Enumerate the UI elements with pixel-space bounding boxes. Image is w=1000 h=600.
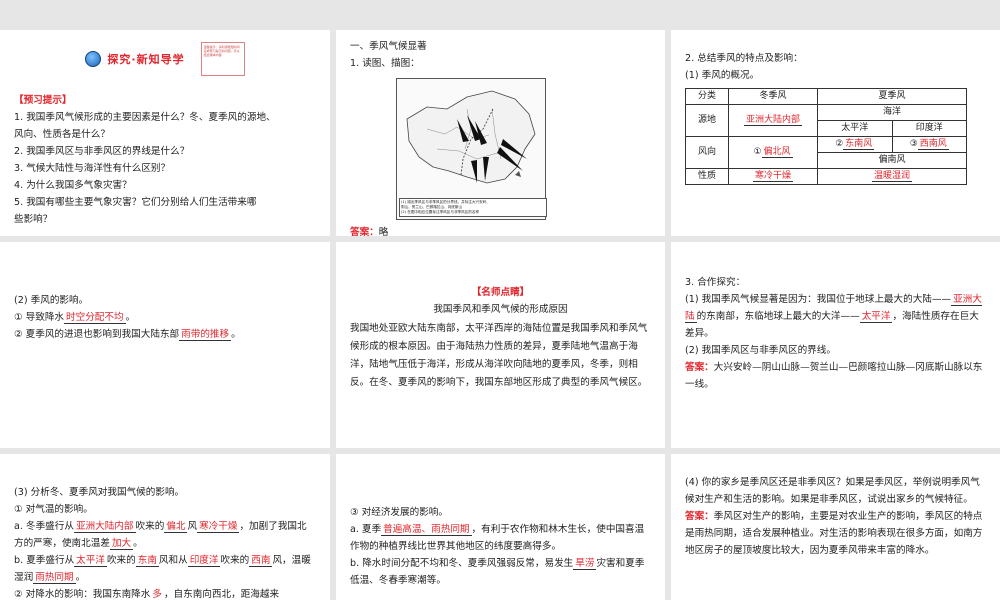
text: 。: [75, 572, 86, 583]
question-line: 3. 气候大陆性与海洋性有什么区别？: [14, 163, 171, 174]
text: ，自东南向西北，距海越来: [163, 589, 280, 600]
text: ② 对降水的影响：我国东南降水: [14, 589, 151, 600]
slide-climate-influence[interactable]: (3) 分析冬、夏季风对我国气候的影响。 ① 对气温的影响。 a. 冬季盛行从亚…: [0, 454, 330, 600]
exercise-heading: 1. 读图、描图：: [350, 58, 420, 69]
fill-answer: 多: [150, 589, 164, 600]
fill-answer: 加大: [109, 538, 134, 550]
question-line: 5. 我国有哪些主要气象灾害？它们分别给人们生活带来哪: [14, 197, 257, 208]
section-heading: 2. 总结季风的特点及影响：: [685, 53, 803, 64]
table-cell: ①: [753, 147, 762, 157]
slide-map-exercise[interactable]: 一、季风气候显著 1. 读图、描图： (1) 描出季风区与非季风区的分界线，并标…: [336, 30, 665, 236]
section-heading: (2) 季风的影响。: [14, 295, 89, 306]
text: a. 冬季盛行从: [14, 521, 74, 532]
question-line: 4. 为什么我国多气象灾害？: [14, 180, 132, 191]
text: 风: [187, 521, 198, 532]
section-heading: (3) 分析冬、夏季风对我国气候的影响。: [14, 487, 185, 498]
question-line: 1. 我国季风气候形成的主要因素是什么？冬、夏季风的源地、: [14, 112, 276, 123]
slide-preview-questions[interactable]: 探究·新知导学 温馨提示：请利用较短时间完成预习提示的问题，可以结合课本内容 【…: [0, 30, 330, 236]
fill-answer: 东南: [135, 555, 159, 567]
answer-label: 答案：: [685, 362, 714, 373]
fill-answer: 亚洲大陆内部: [73, 521, 136, 533]
monsoon-table: 分类 冬季风 夏季风 源地 亚洲大陆内部 海洋 太平洋 印度洋 风向 ① 偏北风 …: [685, 88, 967, 185]
text: ② 夏季风的进退也影响到我国大陆东部: [14, 329, 180, 340]
answer-label: 答案：: [685, 511, 714, 522]
table-answer: 西南风: [917, 139, 949, 150]
title-row: 探究·新知导学 温馨提示：请利用较短时间完成预习提示的问题，可以结合课本内容: [14, 42, 316, 76]
table-header: 夏季风: [817, 88, 967, 105]
text: 的东南部，东临地球上最大的大洋——: [696, 311, 860, 322]
section-heading: 【预习提示】: [14, 95, 72, 106]
table-cell: 印度洋: [891, 120, 967, 137]
slide-cooperative-inquiry[interactable]: 3. 合作探究： (1) 我国季风气候显著是因为：我国位于地球上最大的大陆—— 亚…: [671, 242, 1000, 448]
text: 。: [125, 312, 136, 323]
slide-economic-influence[interactable]: ③ 对经济发展的影响。 a. 夏季 普遍高温、雨热同期 ，有利于农作物和林木生长，使…: [336, 454, 665, 600]
question-line: 2. 我国季风区与非季风区的界线是什么？: [14, 146, 190, 157]
table-cell: 海洋: [817, 104, 967, 121]
question-line: 风向、性质各是什么？: [14, 129, 110, 140]
fill-answer: 旱涝: [573, 558, 597, 570]
text: ① 导致降水: [14, 312, 65, 323]
answer-text: 大兴安岭—阴山山脉—贺兰山—巴颜喀拉山脉—冈底斯山脉以东一线。: [685, 362, 983, 390]
table-answer: 东南风: [843, 139, 875, 150]
table-header: 冬季风: [728, 88, 818, 105]
text: 吹来的: [135, 521, 165, 532]
fill-answer: 太平洋: [74, 555, 107, 567]
fill-answer: 时空分配不均: [64, 312, 126, 324]
question: (2) 我国季风区与非季风区的界线。: [685, 345, 836, 356]
question-line: 些影响？: [14, 214, 53, 225]
slide-grid: 探究·新知导学 温馨提示：请利用较短时间完成预习提示的问题，可以结合课本内容 【…: [0, 0, 1000, 600]
text: 吹来的: [220, 555, 250, 566]
text: 吹来的: [106, 555, 136, 566]
tip-note: 温馨提示：请利用较短时间完成预习提示的问题，可以结合课本内容: [200, 42, 245, 76]
table-cell: ③: [909, 139, 918, 149]
sub-heading: (1) 季风的概况。: [685, 70, 760, 81]
fill-answer: 印度洋: [187, 555, 221, 567]
text: (1) 我国季风气候显著是因为：我国位于地球上最大的大陆——: [685, 294, 952, 305]
fill-answer: 太平洋: [859, 311, 893, 323]
row-label: 性质: [685, 168, 729, 185]
text: b. 降水时间分配不均和冬、夏季风强弱反常，易发生: [350, 558, 574, 569]
fill-answer: 雨带的推移: [179, 329, 232, 341]
table-cell: 偏南风: [817, 152, 967, 169]
map-instruction: (1) 描出季风区与非季风区的分界线，并标注大兴安岭、 阴山、贺兰山、巴颜喀拉山…: [399, 198, 547, 217]
globe-icon: [85, 51, 102, 67]
page-title: 探究·新知导学: [107, 52, 185, 66]
section-heading: 一、季风气候显著: [350, 41, 427, 52]
table-answer: 温暖湿润: [871, 171, 912, 182]
slide-hometown-question[interactable]: (4) 你的家乡是季风区还是非季风区？如果是季风区，举例说明季风气候对生产和生活…: [671, 454, 1000, 600]
tips-body: 我国地处亚欧大陆东南部，太平洋西岸的海陆位置是我国季风和季风气候形成的根本原因。…: [350, 323, 648, 388]
section-heading: 3. 合作探究：: [685, 277, 746, 288]
question: (4) 你的家乡是季风区还是非季风区？如果是季风区，举例说明季风气候对生产和生活…: [685, 477, 980, 505]
row-label: 源地: [685, 104, 729, 137]
slide-teacher-tips[interactable]: 【名师点睛】 我国季风和季风气候的形成原因 我国地处亚欧大陆东南部，太平洋西岸的…: [336, 242, 665, 448]
table-cell: 太平洋: [817, 120, 893, 137]
table-header: 分类: [685, 88, 729, 105]
tips-heading: 【名师点睛】: [471, 287, 530, 298]
text: 。: [231, 329, 241, 340]
text: b. 夏季盛行从: [14, 555, 75, 566]
tips-title: 我国季风和季风气候的形成原因: [433, 304, 568, 315]
fill-answer: 普遍高温、雨热同期: [381, 524, 472, 536]
table-answer: 偏北风: [761, 147, 793, 158]
fill-answer: 偏北: [164, 521, 188, 533]
text: 风和从: [158, 555, 188, 566]
row-label: 风向: [685, 136, 729, 169]
fill-answer: 西南: [249, 555, 273, 567]
table-answer: 亚洲大陆内部: [743, 115, 802, 126]
slide-monsoon-table[interactable]: 2. 总结季风的特点及影响： (1) 季风的概况。 分类 冬季风 夏季风 源地 …: [671, 30, 1000, 236]
fill-answer: 雨热同期: [33, 572, 76, 584]
china-map: (1) 描出季风区与非季风区的分界线，并标注大兴安岭、 阴山、贺兰山、巴颜喀拉山…: [396, 78, 547, 220]
table-answer: 寒冷干燥: [752, 171, 793, 182]
slide-monsoon-influence[interactable]: (2) 季风的影响。 ① 导致降水 时空分配不均。 ② 夏季风的进退也影响到我国大…: [0, 242, 330, 448]
text: 。: [133, 538, 143, 549]
map-note-line: (2) 在图中相应位置标注季风区与非季风区的名称: [401, 210, 480, 214]
answer-text: 略: [378, 227, 389, 236]
text: a. 夏季: [350, 524, 382, 535]
answer-label: 答案：: [350, 227, 379, 236]
answer-text: 季风区对生产的影响，主要是对农业生产的影响，季风区的特点是雨热同期，适合发展种植…: [685, 511, 983, 556]
sub-heading: ① 对气温的影响。: [14, 504, 93, 515]
sub-heading: ③ 对经济发展的影响。: [350, 507, 448, 518]
fill-answer: 寒冷干燥: [197, 521, 240, 533]
